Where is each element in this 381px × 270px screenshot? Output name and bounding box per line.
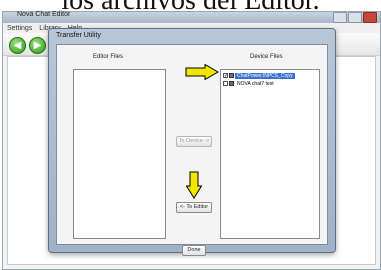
window-controls	[333, 12, 377, 23]
file-icon	[229, 73, 234, 78]
editor-files-list[interactable]	[73, 69, 166, 239]
back-arrow-icon[interactable]: ◀	[9, 37, 26, 54]
app-titlebar: Nova Chat Editor	[3, 11, 380, 23]
editor-files-label: Editor Files	[93, 54, 124, 60]
done-button[interactable]: Done	[182, 245, 206, 256]
device-file-name: ChatPower.INPCS_Copy	[235, 72, 295, 79]
device-files-list[interactable]: ✓ ChatPower.INPCS_Copy NOVA chat7 test	[220, 69, 320, 239]
app-title: Nova Chat Editor	[17, 11, 71, 18]
device-file-name: NOVA chat7 test	[237, 80, 274, 87]
to-device-button[interactable]: To Device ->	[176, 136, 212, 147]
checkbox-checked[interactable]: ✓	[223, 73, 228, 79]
to-editor-button[interactable]: <- To Editor	[176, 202, 212, 213]
minimize-button[interactable]	[333, 12, 347, 23]
list-item[interactable]: NOVA chat7 test	[223, 80, 276, 87]
forward-arrow-icon[interactable]: ▶	[29, 37, 46, 54]
list-item[interactable]: ✓ ChatPower.INPCS_Copy	[223, 72, 295, 79]
device-files-label: Device Files	[250, 54, 283, 60]
menu-settings[interactable]: Settings	[7, 25, 32, 32]
maximize-button[interactable]	[348, 12, 362, 23]
down-arrow-icon	[186, 171, 202, 199]
dialog-body: Editor Files Device Files ✓ ChatPower.IN…	[56, 44, 328, 256]
checkbox-unchecked[interactable]	[223, 81, 228, 86]
transfer-utility-dialog: Transfer Utility Editor Files Device Fil…	[48, 28, 336, 256]
close-button[interactable]	[363, 12, 377, 23]
dialog-title: Transfer Utility	[56, 32, 101, 39]
right-arrow-icon	[185, 64, 219, 80]
file-icon	[229, 81, 234, 86]
